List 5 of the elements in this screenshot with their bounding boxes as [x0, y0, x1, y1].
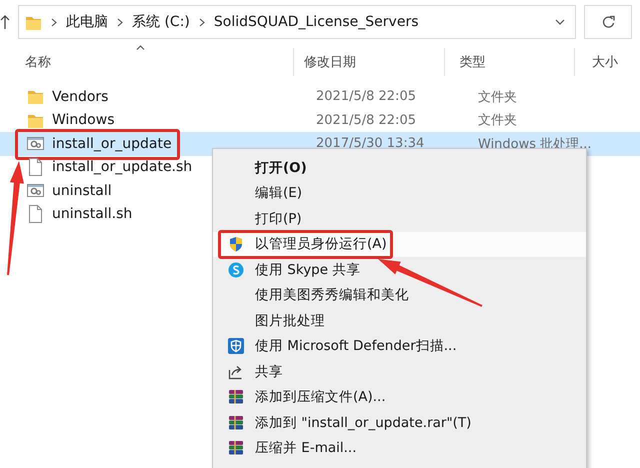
type-cell-text: 文件夹: [478, 112, 517, 130]
date-cell: 2021/5/8 22:05: [316, 112, 416, 128]
date-cell: 2017/5/30 13:34: [316, 136, 424, 152]
date-cell: 2021/5/8 22:05: [316, 89, 416, 104]
type-cell-text: 文件夹: [478, 88, 517, 106]
